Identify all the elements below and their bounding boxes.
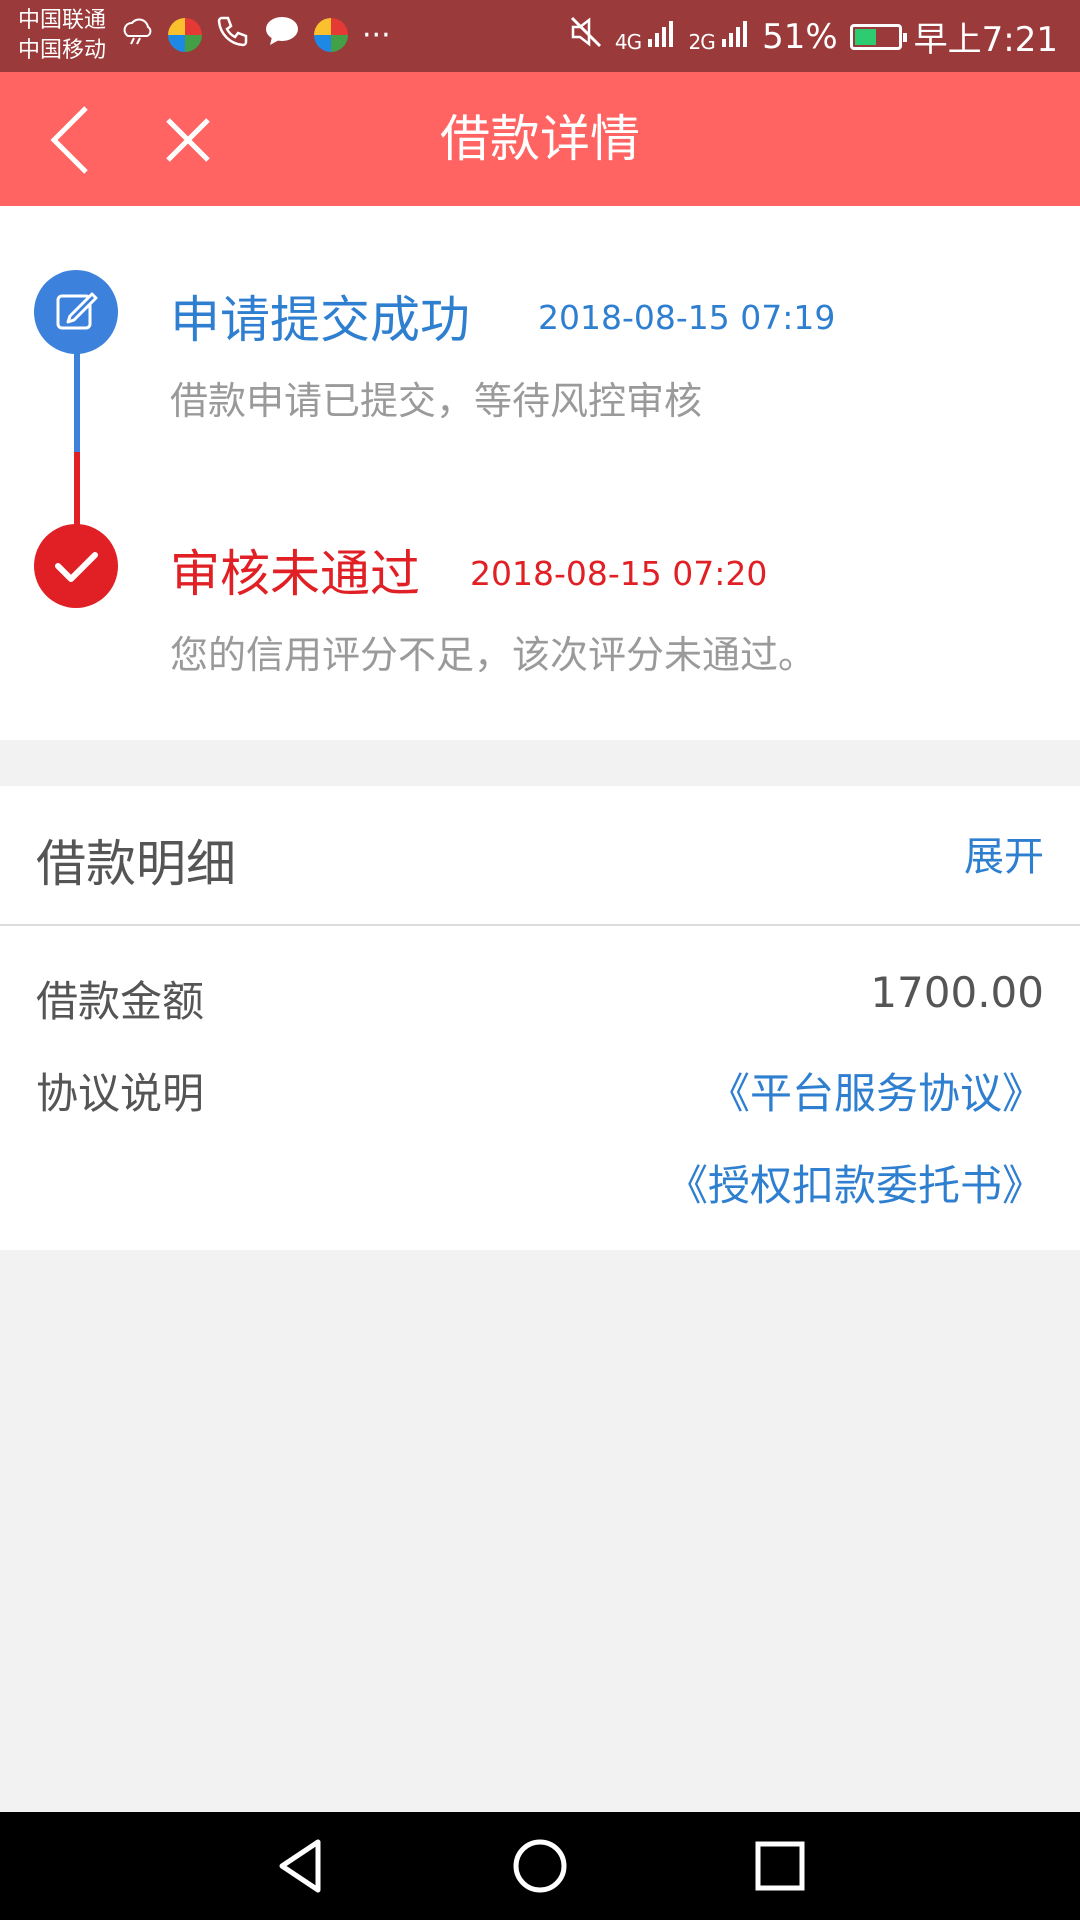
debit-authorization-link[interactable]: 《授权扣款委托书》	[666, 1152, 1044, 1213]
timeline-connector	[74, 352, 80, 452]
timeline-step-time: 2018-08-15 07:19	[538, 298, 836, 337]
app-icon	[168, 18, 202, 52]
mute-icon	[569, 15, 603, 58]
nav-home-button[interactable]	[500, 1826, 580, 1906]
platform-service-agreement-link[interactable]: 《平台服务协议》	[708, 1060, 1044, 1121]
check-icon	[55, 552, 98, 582]
signal-2g-icon: 2G	[688, 19, 750, 54]
nav-back-button[interactable]	[260, 1826, 340, 1906]
nav-recent-button[interactable]	[740, 1826, 820, 1906]
expand-button[interactable]: 展开	[964, 824, 1044, 882]
timeline-step-time: 2018-08-15 07:20	[470, 554, 768, 593]
weather-icon	[120, 16, 154, 54]
edit-icon	[56, 292, 98, 330]
timeline-step-title: 申请提交成功	[170, 291, 470, 349]
carrier-info: 中国联通 中国移动	[18, 6, 106, 66]
system-status: 4G 2G 51% 早上7:21	[569, 12, 1058, 61]
system-nav-bar	[0, 1812, 1080, 1920]
status-bar: 中国联通 中国移动 ··· 4G 2G 51% 早上7:21	[0, 0, 1080, 72]
app-header: 借款详情	[0, 72, 1080, 206]
timeline-node-submitted	[34, 270, 118, 354]
back-button[interactable]	[36, 100, 116, 180]
agreement-label: 协议说明	[36, 1069, 205, 1118]
battery-icon	[849, 23, 907, 50]
loan-details-card: 借款明细 展开 借款金额 1700.00 协议说明 《平台服务协议》 《授权扣款…	[0, 786, 1080, 1250]
nav-home-icon	[513, 1839, 567, 1893]
battery-level	[854, 28, 876, 45]
loan-amount-label: 借款金额	[36, 977, 205, 1026]
loan-details-header: 借款明细 展开	[0, 786, 1080, 926]
more-icon: ···	[362, 17, 391, 53]
timeline-connector	[74, 452, 80, 532]
app-icon	[314, 18, 348, 52]
carrier-1: 中国联通	[18, 8, 107, 33]
close-button[interactable]	[148, 100, 228, 180]
status-timeline: 申请提交成功 2018-08-15 07:19 借款申请已提交，等待风控审核 审…	[0, 206, 1080, 740]
timeline-step-description: 借款申请已提交，等待风控审核	[170, 379, 703, 423]
chevron-left-icon	[50, 106, 88, 174]
wifi-call-icon	[216, 14, 250, 56]
loan-details-title: 借款明细	[36, 835, 236, 893]
nav-back-icon	[279, 1839, 321, 1893]
timeline-node-rejected	[34, 524, 118, 608]
notification-icons: ···	[120, 14, 391, 56]
loan-amount-value: 1700.00	[870, 968, 1044, 1017]
close-icon	[166, 118, 210, 162]
timeline-step-description: 您的信用评分不足，该次评分未通过。	[170, 633, 817, 677]
timeline-step-title: 审核未通过	[170, 545, 420, 603]
nav-recent-icon	[755, 1841, 805, 1891]
battery-percent: 51%	[762, 16, 838, 57]
clock: 早上7:21	[913, 20, 1058, 60]
message-icon	[264, 15, 300, 55]
signal-4g-icon: 4G	[615, 19, 677, 54]
carrier-2: 中国移动	[18, 38, 107, 63]
